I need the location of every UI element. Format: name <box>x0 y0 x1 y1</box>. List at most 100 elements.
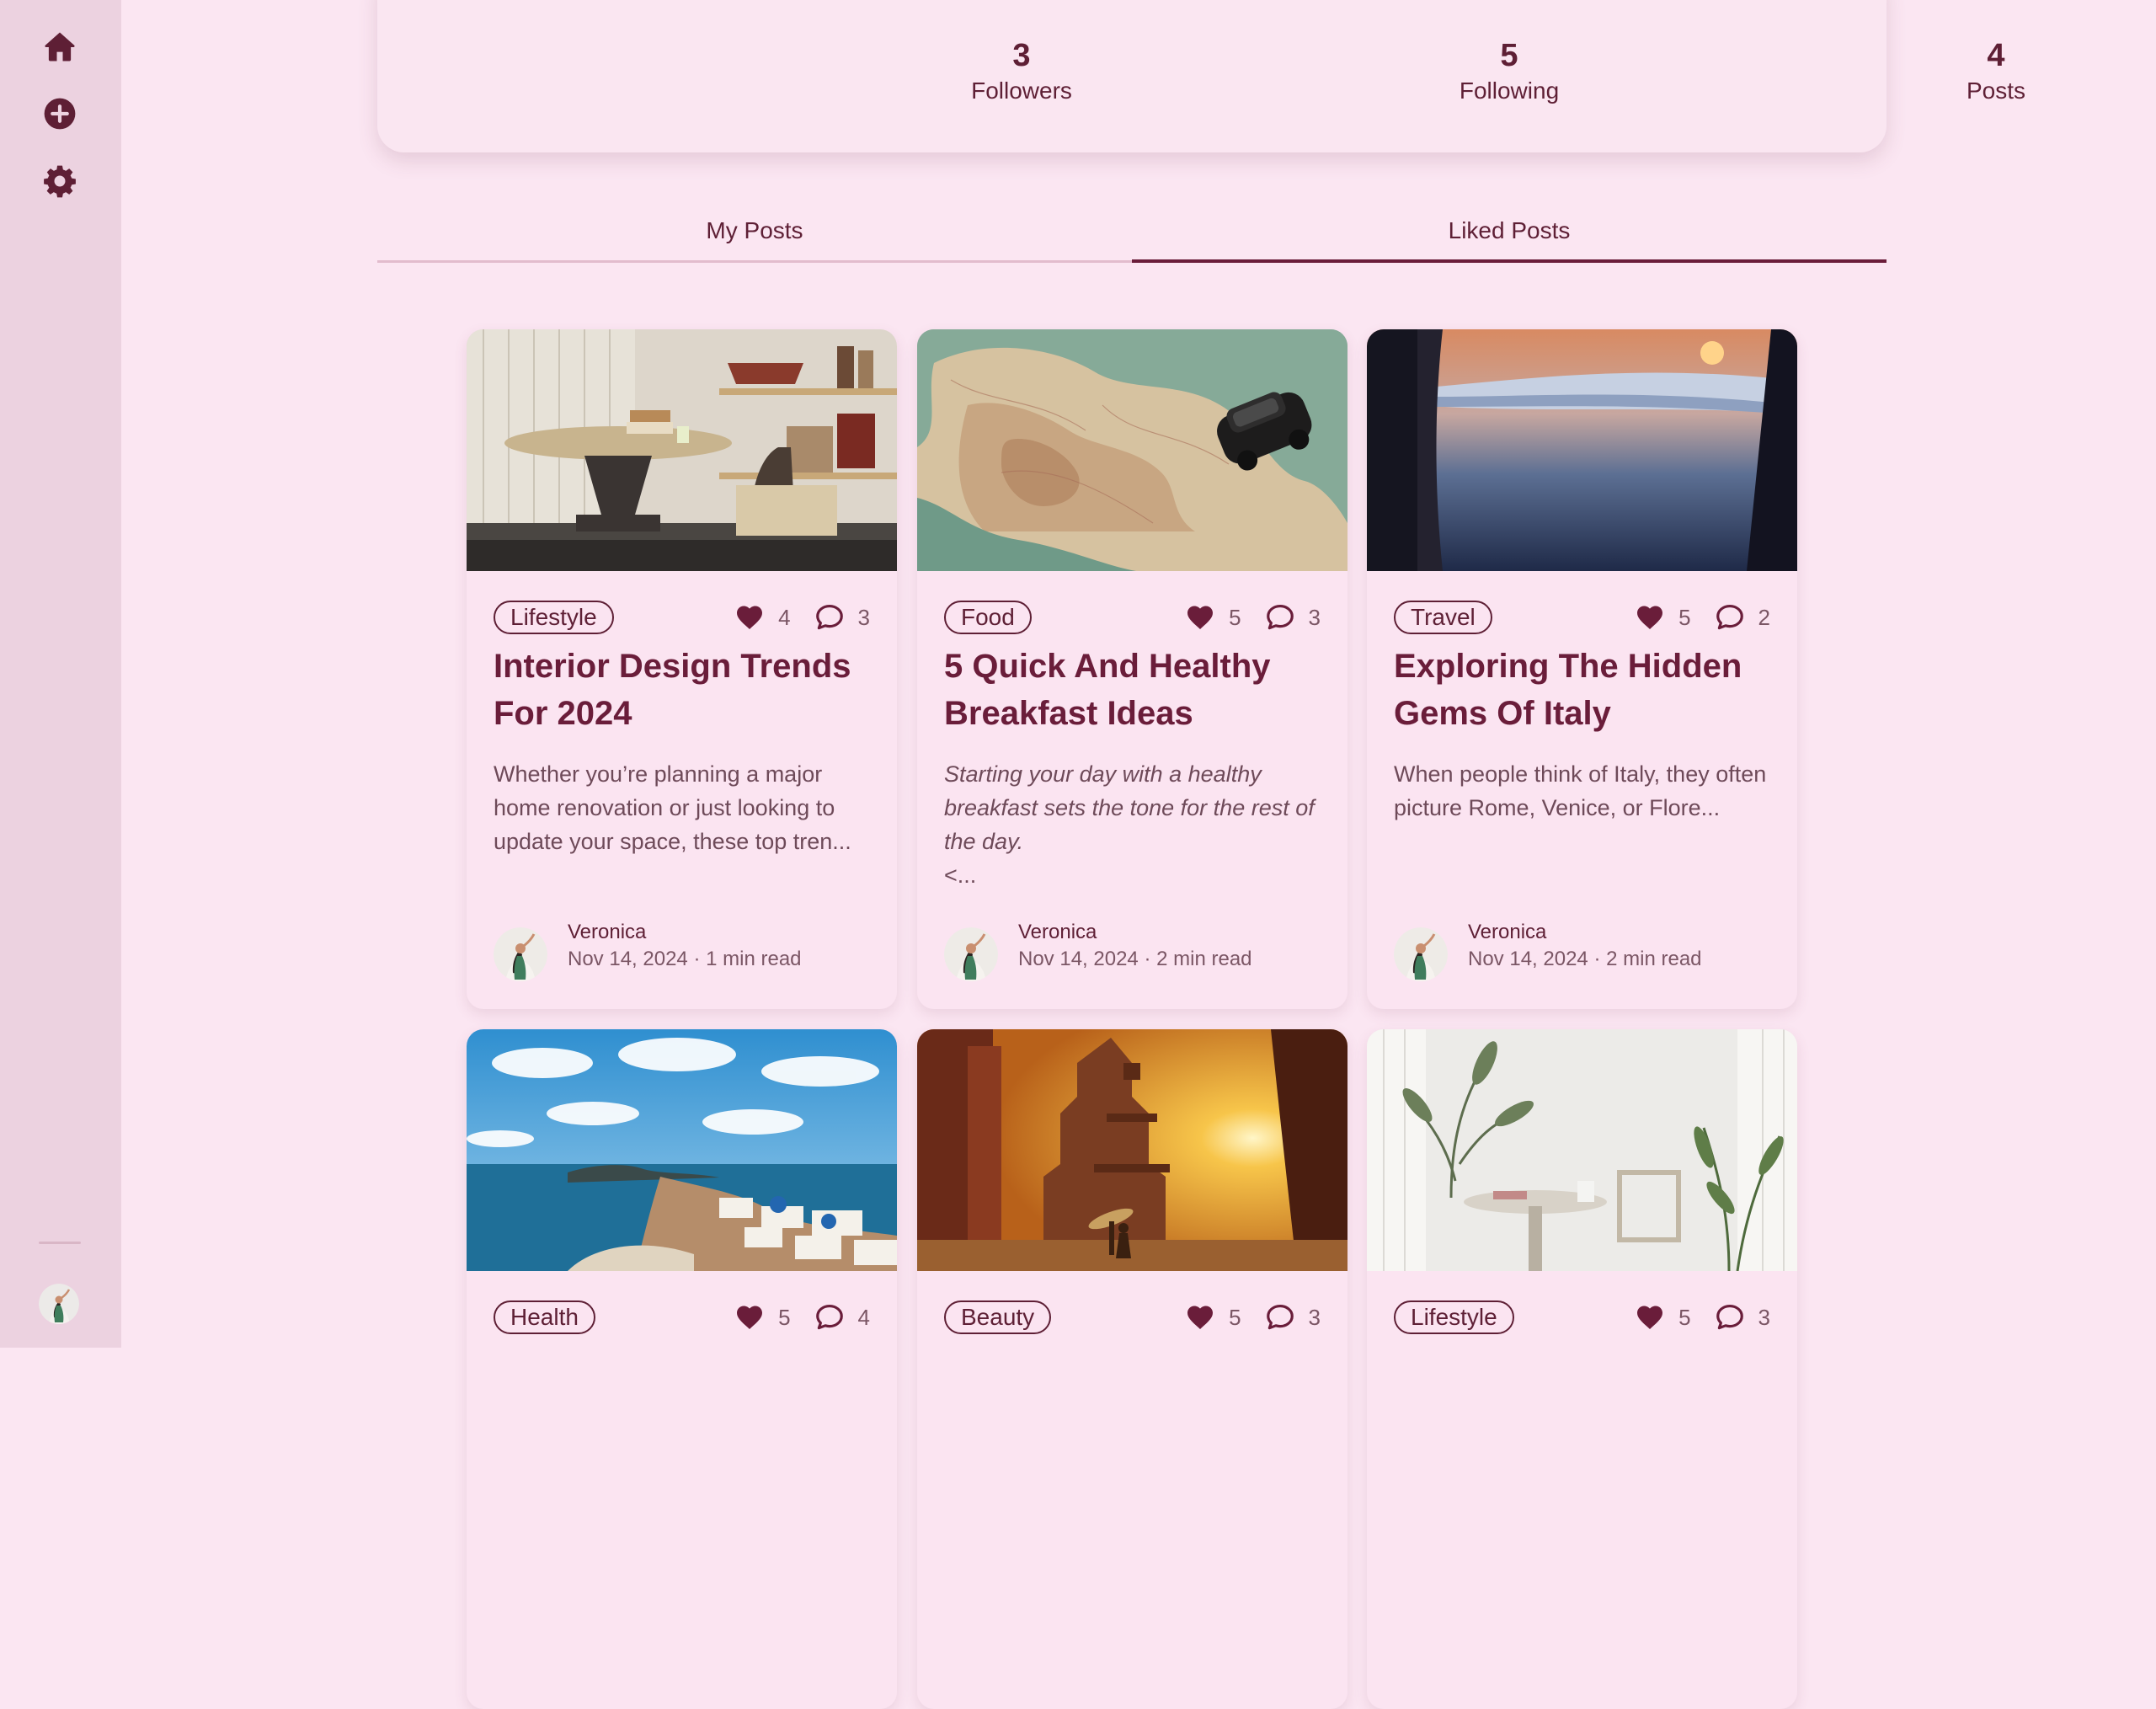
sidebar <box>0 0 121 1348</box>
comments-count: 4 <box>857 1304 870 1330</box>
gear-icon <box>44 165 76 198</box>
meta-separator: · <box>1593 948 1601 970</box>
category-tag[interactable]: Food <box>944 601 1032 634</box>
read-time: 1 min read <box>706 948 802 970</box>
heart-icon[interactable] <box>1183 602 1217 633</box>
comment-icon[interactable] <box>1263 601 1297 633</box>
comments-count: 3 <box>1308 1304 1321 1330</box>
followers-count: 3 <box>1012 38 1031 73</box>
heart-icon[interactable] <box>1633 1302 1667 1332</box>
stat-following[interactable]: 5 Following <box>1383 37 1636 104</box>
likes-count: 4 <box>778 604 791 630</box>
comments-count: 3 <box>1308 604 1321 630</box>
meta-separator: · <box>693 948 701 970</box>
author-avatar[interactable] <box>944 927 998 981</box>
comments-count: 3 <box>857 604 870 630</box>
category-tag[interactable]: Health <box>494 1300 595 1334</box>
post-metrics: 5 3 <box>1183 1300 1321 1334</box>
post-excerpt-tail: <... <box>944 863 977 888</box>
post-card[interactable]: Travel 5 2 Exploring The Hidden Gems Of … <box>1367 329 1797 1009</box>
post-metrics: 4 3 <box>733 601 870 634</box>
post-date: Nov 14, 2024 <box>1018 948 1139 970</box>
author-name[interactable]: Veronica <box>1468 921 1546 944</box>
comment-icon[interactable] <box>1263 1301 1297 1333</box>
category-tag[interactable]: Travel <box>1394 601 1492 634</box>
post-image[interactable] <box>467 329 897 571</box>
post-date: Nov 14, 2024 <box>568 948 688 970</box>
sidebar-item-settings[interactable] <box>40 162 79 200</box>
post-excerpt: Starting your day with a healthy breakfa… <box>944 757 1321 892</box>
post-metrics: 5 2 <box>1633 601 1770 634</box>
following-label: Following <box>1459 77 1560 104</box>
post-image[interactable] <box>1367 329 1797 571</box>
post-card[interactable]: Lifestyle 4 3 Interior Design Trends For… <box>467 329 897 1009</box>
comment-icon[interactable] <box>813 1301 846 1333</box>
author-name[interactable]: Veronica <box>568 921 646 944</box>
sidebar-item-create[interactable] <box>40 94 79 133</box>
plus-circle-icon <box>44 98 76 130</box>
tab-underline <box>377 260 1132 263</box>
likes-count: 5 <box>1678 1304 1691 1330</box>
post-metrics: 5 3 <box>1183 601 1321 634</box>
category-tag[interactable]: Lifestyle <box>494 601 614 634</box>
stat-posts[interactable]: 4 Posts <box>1870 37 2122 104</box>
post-meta: Nov 14, 2024 · 2 min read <box>1018 948 1252 971</box>
heart-icon[interactable] <box>1183 1302 1217 1332</box>
followers-label: Followers <box>971 77 1072 104</box>
sidebar-item-home[interactable] <box>40 27 79 66</box>
post-title[interactable]: 5 Quick And Healthy Breakfast Ideas <box>944 643 1321 737</box>
read-time: 2 min read <box>1156 948 1252 970</box>
post-image[interactable] <box>1367 1029 1797 1271</box>
post-image[interactable] <box>467 1029 897 1271</box>
post-tabs: My Posts Liked Posts <box>377 211 1886 263</box>
sidebar-divider <box>39 1242 81 1244</box>
post-metrics: 5 4 <box>733 1300 870 1334</box>
post-card[interactable]: Beauty 5 3 <box>917 1029 1348 1709</box>
post-excerpt-text: Starting your day with a healthy breakfa… <box>944 761 1315 854</box>
heart-icon[interactable] <box>733 1302 766 1332</box>
post-excerpt: Whether you’re planning a major home ren… <box>494 761 851 854</box>
post-title[interactable]: Interior Design Trends For 2024 <box>494 643 870 737</box>
likes-count: 5 <box>1229 604 1241 630</box>
author-name[interactable]: Veronica <box>1018 921 1097 944</box>
tab-my-posts-label: My Posts <box>706 217 803 243</box>
posts-count: 4 <box>1987 38 2005 73</box>
category-tag[interactable]: Lifestyle <box>1394 1300 1514 1334</box>
comments-count: 3 <box>1758 1304 1770 1330</box>
profile-stats-card: 3 Followers 5 Following 4 Posts <box>377 0 2025 152</box>
following-count: 5 <box>1500 38 1518 73</box>
post-image[interactable] <box>917 329 1348 571</box>
post-card[interactable]: Food 5 3 5 Quick And Healthy Breakfast I… <box>917 329 1348 1009</box>
heart-icon[interactable] <box>733 602 766 633</box>
user-avatar[interactable] <box>39 1284 79 1324</box>
likes-count: 5 <box>778 1304 791 1330</box>
post-meta: Nov 14, 2024 · 1 min read <box>568 948 802 971</box>
meta-separator: · <box>1144 948 1151 970</box>
home-icon <box>45 32 75 61</box>
comment-icon[interactable] <box>1713 1301 1747 1333</box>
post-date: Nov 14, 2024 <box>1468 948 1588 970</box>
post-card[interactable]: Health 5 4 <box>467 1029 897 1709</box>
post-metrics: 5 3 <box>1633 1300 1770 1334</box>
category-tag[interactable]: Beauty <box>944 1300 1052 1334</box>
author-avatar[interactable] <box>494 927 547 981</box>
comments-count: 2 <box>1758 604 1770 630</box>
read-time: 2 min read <box>1606 948 1702 970</box>
tab-active-underline <box>1132 259 1886 263</box>
post-card[interactable]: Lifestyle 5 3 <box>1367 1029 1797 1709</box>
tab-liked-posts-label: Liked Posts <box>1448 217 1571 243</box>
post-meta: Nov 14, 2024 · 2 min read <box>1468 948 1702 971</box>
likes-count: 5 <box>1229 1304 1241 1330</box>
post-excerpt: When people think of Italy, they often p… <box>1394 761 1767 820</box>
likes-count: 5 <box>1678 604 1691 630</box>
post-image[interactable] <box>917 1029 1348 1271</box>
tab-my-posts[interactable]: My Posts <box>377 211 1132 263</box>
author-avatar[interactable] <box>1394 927 1448 981</box>
heart-icon[interactable] <box>1633 602 1667 633</box>
comment-icon[interactable] <box>813 601 846 633</box>
comment-icon[interactable] <box>1713 601 1747 633</box>
post-title[interactable]: Exploring The Hidden Gems Of Italy <box>1394 643 1770 737</box>
tab-liked-posts[interactable]: Liked Posts <box>1132 211 1886 263</box>
stat-followers[interactable]: 3 Followers <box>895 37 1148 104</box>
posts-label: Posts <box>1966 77 2026 104</box>
